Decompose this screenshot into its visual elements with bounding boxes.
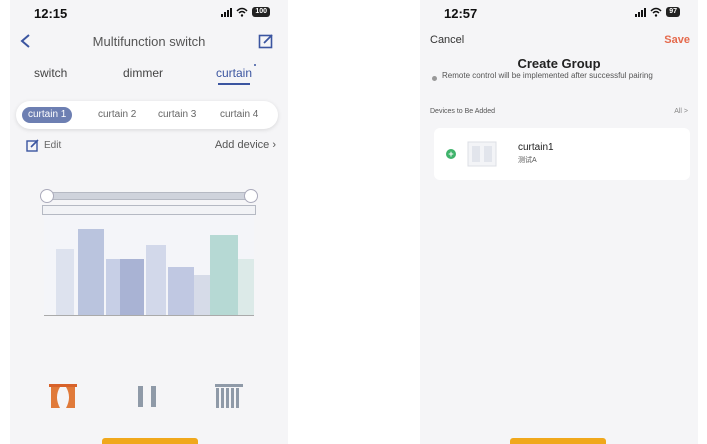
- add-device-icon[interactable]: +: [446, 149, 456, 159]
- pause-icon[interactable]: [132, 383, 162, 409]
- tab-active-dot: [254, 64, 257, 66]
- section-label: Devices to Be Added: [430, 108, 495, 115]
- chip-curtain-1[interactable]: curtain 1: [22, 107, 73, 123]
- device-card[interactable]: + curtain1 测试A: [434, 128, 690, 180]
- device-name: curtain1: [518, 142, 554, 153]
- add-device-link[interactable]: Add device ›: [215, 139, 276, 151]
- curtain-track: [42, 205, 256, 215]
- right-phone-screen: 12:57 97 Cancel Save Create Group Remote…: [420, 0, 698, 444]
- status-bar: 12:57 97: [420, 0, 698, 26]
- battery-icon: 97: [666, 7, 680, 17]
- curtain-rail: [40, 189, 258, 215]
- status-icons: 97: [635, 7, 680, 17]
- status-bar: 12:15 100: [10, 0, 288, 26]
- status-time: 12:15: [34, 6, 68, 21]
- edit-row: Edit Add device ›: [26, 139, 276, 155]
- edit-icon[interactable]: [258, 33, 274, 49]
- chip-curtain-4[interactable]: curtain 4: [220, 107, 258, 123]
- signal-icon: [635, 7, 647, 17]
- left-slider-handle[interactable]: [40, 189, 54, 203]
- tab-switch[interactable]: switch: [34, 66, 67, 80]
- edit-button[interactable]: Edit: [44, 140, 61, 151]
- pairing-note-text: Remote control will be implemented after…: [442, 71, 653, 80]
- chip-curtain-2[interactable]: curtain 2: [98, 107, 136, 123]
- tab-dimmer[interactable]: dimmer: [123, 66, 163, 80]
- status-time: 12:57: [444, 6, 478, 21]
- tab-curtain[interactable]: curtain: [216, 64, 257, 85]
- pairing-note: Remote control will be implemented after…: [432, 71, 690, 81]
- window-cityscape-illustration: [44, 215, 254, 315]
- page-title: Create Group: [517, 56, 601, 71]
- curtain-selector: curtain 1 curtain 2 curtain 3 curtain 4: [16, 101, 278, 129]
- edit-icon[interactable]: [26, 139, 40, 153]
- devices-section-header: Devices to Be Added All >: [430, 108, 688, 115]
- left-phone-screen: 12:15 100 Multifunction switch switch di…: [10, 0, 288, 444]
- cancel-button[interactable]: Cancel: [430, 34, 464, 46]
- rail-bar: [46, 192, 252, 200]
- chip-curtain-3[interactable]: curtain 3: [158, 107, 196, 123]
- bottom-orange-bar: [510, 438, 606, 444]
- add-device-label: Add device: [214, 139, 270, 151]
- window-sill: [44, 315, 254, 316]
- device-room: 测试A: [518, 157, 537, 164]
- right-slider-handle[interactable]: [244, 189, 258, 203]
- curtain-device-thumbnail: [467, 141, 497, 167]
- wifi-icon: [236, 7, 248, 17]
- status-icons: 100: [221, 7, 270, 17]
- nav-bar: Multifunction switch: [10, 30, 288, 52]
- close-curtain-icon[interactable]: [214, 383, 244, 409]
- bottom-orange-bar: [102, 438, 198, 444]
- save-button[interactable]: Save: [664, 34, 690, 46]
- page-title: Multifunction switch: [92, 34, 206, 49]
- info-dot-icon: [432, 76, 437, 81]
- all-link[interactable]: All >: [674, 108, 688, 115]
- chevron-right-icon: ›: [272, 139, 276, 151]
- mode-tabs: switch dimmer curtain: [10, 64, 288, 88]
- wifi-icon: [650, 7, 662, 17]
- tab-curtain-label: curtain: [216, 66, 253, 80]
- signal-icon: [221, 7, 233, 17]
- open-curtain-icon[interactable]: [48, 383, 78, 409]
- battery-icon: 100: [252, 7, 270, 17]
